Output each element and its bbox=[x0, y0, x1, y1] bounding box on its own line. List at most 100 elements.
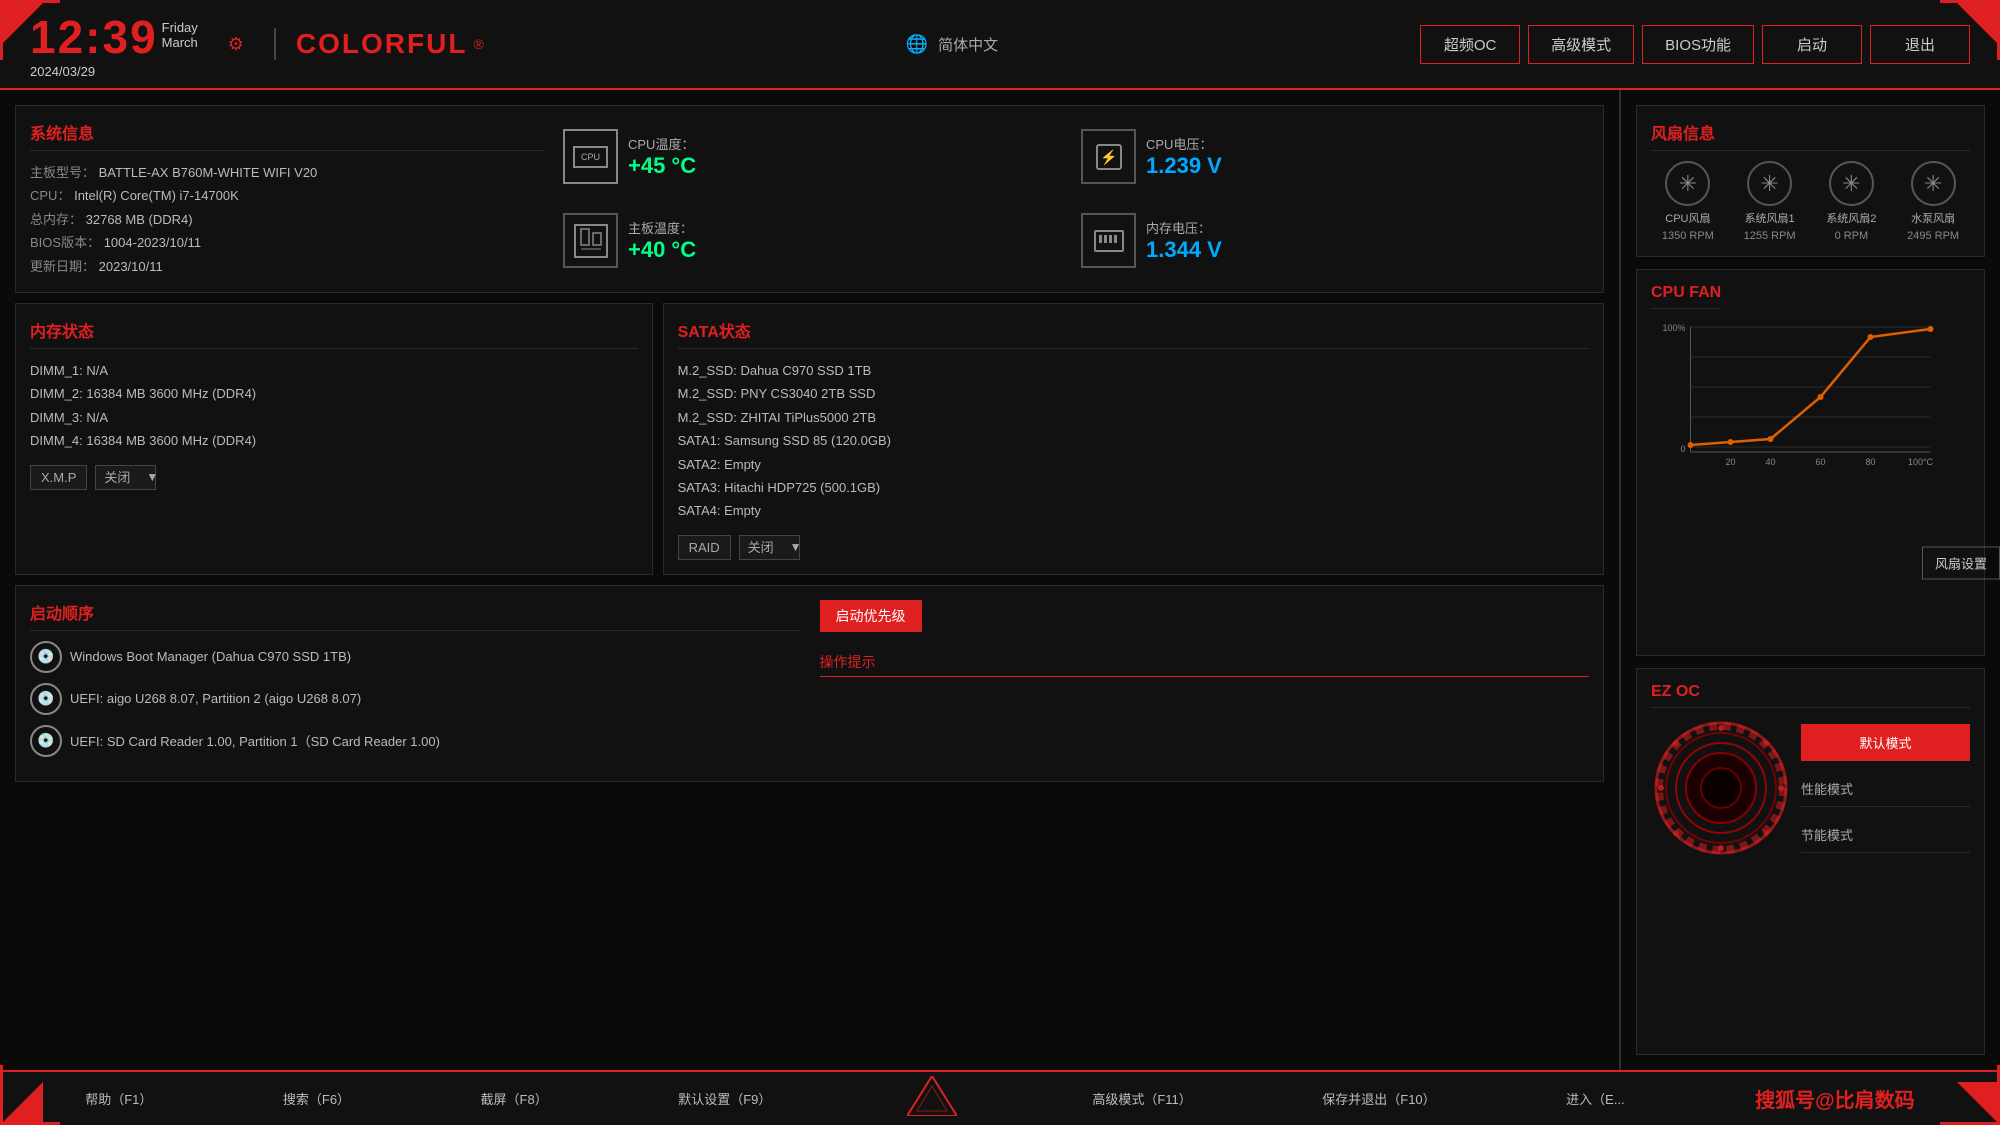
svg-text:60: 60 bbox=[1815, 457, 1825, 467]
fan-blade-1: ✳ bbox=[1679, 171, 1697, 197]
footer-screenshot[interactable]: 截屏（F8） bbox=[481, 1089, 548, 1108]
mem-volt-card: 内存电压： 1.344 V bbox=[1081, 213, 1589, 268]
boot-title: 启动顺序 bbox=[30, 600, 800, 631]
dimm2: DIMM_2: 16384 MB 3600 MHz (DDR4) bbox=[30, 382, 638, 405]
update-info: 更新日期： 2023/10/11 bbox=[30, 255, 543, 278]
boot-priority-title: 启动优先级 bbox=[820, 600, 922, 632]
fan-item-1: ✳ CPU风扇 1350 RPM bbox=[1651, 161, 1725, 242]
board-temp-value: +40 °C bbox=[628, 237, 696, 263]
cpu-temp-value: +45 °C bbox=[628, 153, 696, 179]
boot-right: 启动优先级 操作提示 bbox=[820, 600, 1590, 767]
fan-info-section: 风扇信息 ✳ CPU风扇 1350 RPM ✳ 系统风扇1 1255 RPM bbox=[1636, 105, 1985, 257]
right-panel: 风扇信息 ✳ CPU风扇 1350 RPM ✳ 系统风扇1 1255 RPM bbox=[1620, 90, 2000, 1070]
footer-help[interactable]: 帮助（F1） bbox=[85, 1089, 152, 1108]
footer-default[interactable]: 默认设置（F9） bbox=[678, 1089, 771, 1108]
operations-hint-label: 操作提示 bbox=[820, 652, 1590, 677]
boot-section: 启动顺序 💿 Windows Boot Manager (Dahua C970 … bbox=[15, 585, 1604, 782]
cpu-fan-section: CPU FAN 风扇设置 100% 0 bbox=[1636, 269, 1985, 656]
fan-rpm-4: 2495 RPM bbox=[1907, 230, 1959, 242]
mem-sata-row: 内存状态 DIMM_1: N/A DIMM_2: 16384 MB 3600 M… bbox=[15, 303, 1604, 575]
fan-icon-1: ✳ bbox=[1665, 161, 1710, 206]
board-temp-info: 主板温度： +40 °C bbox=[628, 218, 696, 263]
fan-rpm-2: 1255 RPM bbox=[1744, 230, 1796, 242]
brand-name: COLORFUL bbox=[274, 28, 468, 60]
dimm1: DIMM_1: N/A bbox=[30, 359, 638, 382]
fan-name-4: 水泵风扇 bbox=[1911, 210, 1955, 226]
header-left: 12:39 Friday March 2024/03/29 ⚙ COLORFUL… bbox=[30, 10, 484, 79]
m2-2: M.2_SSD: PNY CS3040 2TB SSD bbox=[678, 382, 1589, 405]
footer-enter-exit[interactable]: 进入（E... bbox=[1566, 1089, 1625, 1108]
raid-label: RAID bbox=[678, 535, 731, 560]
footer-triangle bbox=[902, 1076, 962, 1121]
footer-save-exit[interactable]: 保存并退出（F10） bbox=[1322, 1089, 1435, 1108]
mem-volt-label: 内存电压： bbox=[1146, 218, 1222, 237]
fan-icon-2: ✳ bbox=[1747, 161, 1792, 206]
oc-button[interactable]: 超频OC bbox=[1420, 25, 1520, 64]
language-selector[interactable]: 🌐 简体中文 bbox=[484, 34, 1420, 55]
boot-item-1: 💿 Windows Boot Manager (Dahua C970 SSD 1… bbox=[30, 641, 800, 673]
footer-advanced-mode[interactable]: 高级模式（F11） bbox=[1092, 1089, 1191, 1108]
fan-name-3: 系统风扇2 bbox=[1826, 210, 1876, 226]
bios-info: BIOS版本： 1004-2023/10/11 bbox=[30, 231, 543, 254]
cpu-volt-card: ⚡ CPU电压： 1.239 V bbox=[1081, 129, 1589, 184]
disk-icon-2: 💿 bbox=[30, 683, 62, 715]
left-panel: 系统信息 主板型号： BATTLE-AX B760M-WHITE WIFI V2… bbox=[0, 90, 1620, 1070]
raid-select[interactable]: 关闭 bbox=[739, 535, 800, 560]
board-temp-card: 主板温度： +40 °C bbox=[563, 213, 1071, 268]
ez-oc-title: EZ OC bbox=[1651, 683, 1970, 708]
cpu-volt-info: CPU电压： 1.239 V bbox=[1146, 134, 1222, 179]
boot-item-1-label: Windows Boot Manager (Dahua C970 SSD 1TB… bbox=[70, 649, 351, 664]
default-mode-button[interactable]: 默认模式 bbox=[1801, 724, 1970, 761]
cpu-temp-label: CPU温度： bbox=[628, 134, 696, 153]
fan-icon-4: ✳ bbox=[1911, 161, 1956, 206]
corner-decoration-bl bbox=[0, 1065, 60, 1125]
sysinfo-grid: 系统信息 主板型号： BATTLE-AX B760M-WHITE WIFI V2… bbox=[30, 120, 1589, 278]
ez-oc-inner: 默认模式 性能模式 节能模式 bbox=[1651, 718, 1970, 858]
footer-watermark: 搜狐号@比肩数码 bbox=[1755, 1084, 1915, 1113]
header: 12:39 Friday March 2024/03/29 ⚙ COLORFUL… bbox=[0, 0, 2000, 90]
svg-text:100%: 100% bbox=[1662, 323, 1685, 333]
cpu-temp-card: CPU CPU温度： +45 °C bbox=[563, 129, 1071, 184]
month-value: March bbox=[162, 35, 198, 50]
boot-button[interactable]: 启动 bbox=[1762, 25, 1862, 64]
sata-section: SATA状态 M.2_SSD: Dahua C970 SSD 1TB M.2_S… bbox=[663, 303, 1604, 575]
svg-text:40: 40 bbox=[1765, 457, 1775, 467]
fan-settings-button[interactable]: 风扇设置 bbox=[1922, 546, 2000, 579]
footer-search[interactable]: 搜索（F6） bbox=[283, 1089, 350, 1108]
sysinfo-section: 系统信息 主板型号： BATTLE-AX B760M-WHITE WIFI V2… bbox=[15, 105, 1604, 293]
svg-text:0: 0 bbox=[1680, 444, 1685, 454]
sysinfo-title: 系统信息 bbox=[30, 120, 543, 151]
corner-decoration-tl bbox=[0, 0, 60, 60]
fan-rpm-3: 0 RPM bbox=[1835, 230, 1869, 242]
m2-1: M.2_SSD: Dahua C970 SSD 1TB bbox=[678, 359, 1589, 382]
cpu-volt-value: 1.239 V bbox=[1146, 153, 1222, 179]
fan-blade-4: ✳ bbox=[1924, 171, 1942, 197]
svg-text:100°C: 100°C bbox=[1908, 457, 1934, 467]
fan-rpm-1: 1350 RPM bbox=[1662, 230, 1714, 242]
disk-icon-3: 💿 bbox=[30, 725, 62, 757]
fan-name-1: CPU风扇 bbox=[1665, 210, 1710, 226]
fan-name-2: 系统风扇1 bbox=[1745, 210, 1795, 226]
cpu-volt-icon: ⚡ bbox=[1081, 129, 1136, 184]
cpu-volt-label: CPU电压： bbox=[1146, 134, 1222, 153]
advanced-button[interactable]: 高级模式 bbox=[1528, 25, 1634, 64]
bios-button[interactable]: BIOS功能 bbox=[1642, 25, 1754, 64]
power-save-mode-label: 节能模式 bbox=[1801, 817, 1970, 853]
svg-text:⚡: ⚡ bbox=[1100, 149, 1117, 166]
raid-dropdown-row: RAID 关闭 ▼ bbox=[678, 535, 1589, 560]
fan-item-3: ✳ 系统风扇2 0 RPM bbox=[1815, 161, 1889, 242]
boot-item-3-label: UEFI: SD Card Reader 1.00, Partition 1（S… bbox=[70, 731, 440, 750]
xmp-select[interactable]: 关闭 bbox=[95, 465, 156, 490]
boot-item-3: 💿 UEFI: SD Card Reader 1.00, Partition 1… bbox=[30, 725, 800, 757]
cpu-fan-title: CPU FAN bbox=[1651, 284, 1721, 309]
fan-item-4: ✳ 水泵风扇 2495 RPM bbox=[1896, 161, 1970, 242]
board-temp-label: 主板温度： bbox=[628, 218, 696, 237]
cpu-temp-icon: CPU bbox=[563, 129, 618, 184]
performance-mode-label: 性能模式 bbox=[1801, 771, 1970, 807]
sata-title: SATA状态 bbox=[678, 318, 1589, 349]
dimm3: DIMM_3: N/A bbox=[30, 406, 638, 429]
disk-icon-1: 💿 bbox=[30, 641, 62, 673]
operations-hint-section: 操作提示 bbox=[820, 652, 1590, 677]
cpu-fan-chart-container: 100% 0 20 40 60 80 100°C bbox=[1651, 317, 1970, 477]
boot-item-2: 💿 UEFI: aigo U268 8.07, Partition 2 (aig… bbox=[30, 683, 800, 715]
